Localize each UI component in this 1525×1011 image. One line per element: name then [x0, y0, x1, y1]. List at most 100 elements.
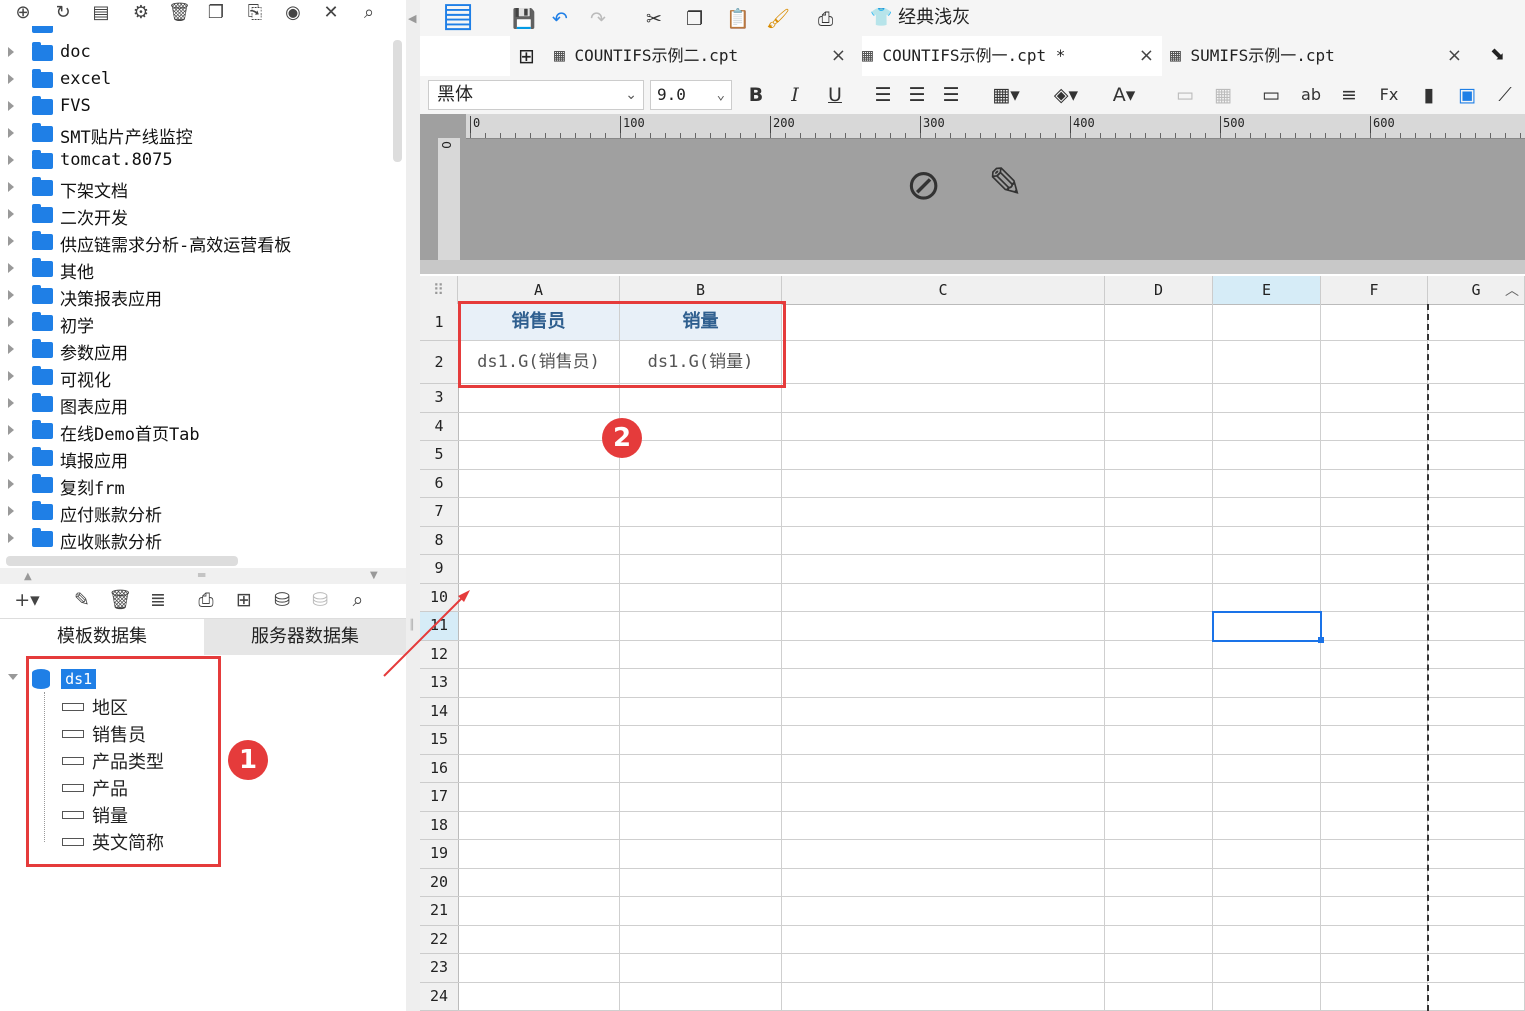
tree-folder-item[interactable]: 初学: [0, 310, 390, 337]
delete-icon[interactable]: 🗑: [168, 2, 191, 24]
font-color-icon[interactable]: A▾: [1102, 82, 1146, 108]
tree-folder-item[interactable]: 图表应用: [0, 391, 390, 418]
tree-folder-item[interactable]: 填报应用: [0, 445, 390, 472]
close-icon[interactable]: ×: [831, 36, 846, 76]
underline-button[interactable]: U: [824, 82, 846, 108]
tree-folder-item[interactable]: doc: [0, 40, 390, 67]
tree-folder-item[interactable]: 应收账款分析: [0, 526, 390, 553]
expand-arrow-icon[interactable]: [8, 425, 14, 435]
tab-sumifs-1[interactable]: ▦ SUMIFS示例一.cpt ×: [1170, 36, 1470, 76]
expand-arrow-icon[interactable]: [8, 74, 14, 84]
border-icon[interactable]: ▦▾: [984, 82, 1028, 108]
tree-folder-item[interactable]: 应付账款分析: [0, 499, 390, 526]
expand-arrow-icon[interactable]: [8, 101, 14, 111]
tab-server-dataset[interactable]: 服务器数据集: [204, 618, 406, 655]
expand-arrow-icon[interactable]: [8, 479, 14, 489]
search-icon[interactable]: ⌕: [358, 2, 380, 24]
font-size-select[interactable]: 9.0 ⌄: [650, 80, 732, 110]
cut-icon[interactable]: ✂: [646, 6, 662, 32]
tree-folder-item[interactable]: 下架文档: [0, 175, 390, 202]
database-icon[interactable]: ≣: [146, 588, 170, 612]
paste-icon[interactable]: ⎘: [244, 2, 266, 24]
tree-folder-item[interactable]: 可视化: [0, 364, 390, 391]
row-header[interactable]: 18: [420, 811, 459, 840]
server-dataset-icon[interactable]: ⛁: [270, 588, 294, 612]
insert-text-icon[interactable]: ab: [1298, 82, 1324, 108]
italic-button[interactable]: I: [784, 82, 806, 108]
row-header[interactable]: 23: [420, 954, 459, 983]
tree-folder-item[interactable]: 复刻frm: [0, 472, 390, 499]
redo-icon[interactable]: ↷: [590, 6, 606, 32]
tab-menu-icon[interactable]: ⬊: [1490, 44, 1505, 65]
expand-arrow-icon[interactable]: [8, 398, 14, 408]
bold-button[interactable]: B: [745, 82, 767, 108]
row-header[interactable]: 20: [420, 868, 459, 897]
tree-folder-item[interactable]: 供应链需求分析-高效运营看板: [0, 229, 390, 256]
tree-folder-item[interactable]: 在线Demo首页Tab: [0, 418, 390, 445]
row-header[interactable]: 2: [420, 341, 459, 384]
tree-folder-item[interactable]: 其他: [0, 256, 390, 283]
tree-vertical-scrollbar[interactable]: [393, 40, 402, 162]
row-header[interactable]: 6: [420, 469, 459, 498]
expand-arrow-icon[interactable]: [8, 236, 14, 246]
row-header[interactable]: 8: [420, 526, 459, 555]
tree-folder-item[interactable]: FVS: [0, 94, 390, 121]
row-header[interactable]: 19: [420, 840, 459, 869]
edit-pencil-icon[interactable]: ✎: [988, 158, 1023, 207]
formula-icon[interactable]: Fx: [1374, 82, 1404, 108]
expand-arrow-icon[interactable]: [8, 263, 14, 273]
row-header[interactable]: 14: [420, 697, 459, 726]
merge-cells-icon[interactable]: ▭: [1172, 82, 1198, 108]
tree-folder-item[interactable]: SMT贴片产线监控: [0, 121, 390, 148]
expand-arrow-icon[interactable]: [8, 47, 14, 57]
expand-arrow-icon[interactable]: [8, 290, 14, 300]
splitter-grip-icon[interactable]: ═: [198, 568, 205, 582]
split-cells-icon[interactable]: ▦: [1210, 82, 1236, 108]
align-right-icon[interactable]: ☰: [938, 82, 964, 108]
tree-folder-item[interactable]: 二次开发: [0, 202, 390, 229]
row-header[interactable]: 7: [420, 498, 459, 527]
row-header[interactable]: 16: [420, 754, 459, 783]
parameter-icon[interactable]: ⊞: [232, 588, 256, 612]
theme-button[interactable]: 👕 经典浅灰: [870, 4, 970, 32]
selected-cell[interactable]: [1212, 611, 1322, 642]
chart-icon[interactable]: ▮: [1416, 82, 1442, 108]
hide-icon[interactable]: ⊘: [906, 160, 941, 209]
close-icon[interactable]: ×: [1139, 36, 1154, 76]
column-header[interactable]: F: [1321, 276, 1428, 305]
collapse-left-icon[interactable]: ◀: [408, 12, 416, 25]
column-header[interactable]: D: [1105, 276, 1213, 305]
select-all-corner[interactable]: ⠿: [420, 276, 458, 305]
new-template-icon[interactable]: ⊕: [12, 2, 34, 24]
row-header[interactable]: 21: [420, 897, 459, 926]
tab-countifs-1[interactable]: ▦ COUNTIFS示例一.cpt * ×: [862, 36, 1162, 76]
paste-icon[interactable]: 📋: [726, 6, 750, 32]
chevron-down-icon[interactable]: ⌄: [717, 81, 725, 109]
copy-format-icon[interactable]: ❐: [686, 6, 703, 32]
template-logo-icon[interactable]: ▤: [438, 0, 478, 62]
expand-arrow-icon[interactable]: [8, 533, 14, 543]
expand-arrow-icon[interactable]: [8, 317, 14, 327]
tab-countifs-2[interactable]: ▦ COUNTIFS示例二.cpt ×: [554, 36, 854, 76]
tree-horizontal-scrollbar[interactable]: [6, 556, 238, 566]
expand-arrow-icon[interactable]: [8, 371, 14, 381]
cell-element-icon[interactable]: ⊞: [518, 44, 535, 68]
slash-icon[interactable]: ⟋: [1492, 82, 1518, 108]
collapse-icon[interactable]: ✕: [320, 2, 342, 24]
tab-template-dataset[interactable]: 模板数据集: [0, 618, 204, 655]
delete-dataset-icon[interactable]: 🗑: [108, 588, 132, 612]
align-center-icon[interactable]: ☰: [904, 82, 930, 108]
panel-splitter[interactable]: ▲ ═ ▼: [0, 568, 406, 584]
format-brush-icon[interactable]: 🖌: [766, 6, 790, 32]
row-header[interactable]: 1: [420, 304, 459, 341]
column-header[interactable]: E: [1213, 276, 1321, 305]
row-header[interactable]: 17: [420, 783, 459, 812]
text-field-icon[interactable]: ▭: [1258, 82, 1284, 108]
locate-icon[interactable]: ◉: [282, 2, 304, 24]
align-left-icon[interactable]: ☰: [870, 82, 896, 108]
edit-icon[interactable]: ✎: [70, 588, 94, 612]
expand-arrow-icon[interactable]: [8, 452, 14, 462]
expand-arrow-icon[interactable]: [8, 674, 18, 680]
row-header[interactable]: 5: [420, 441, 459, 470]
row-header[interactable]: 3: [420, 384, 459, 413]
